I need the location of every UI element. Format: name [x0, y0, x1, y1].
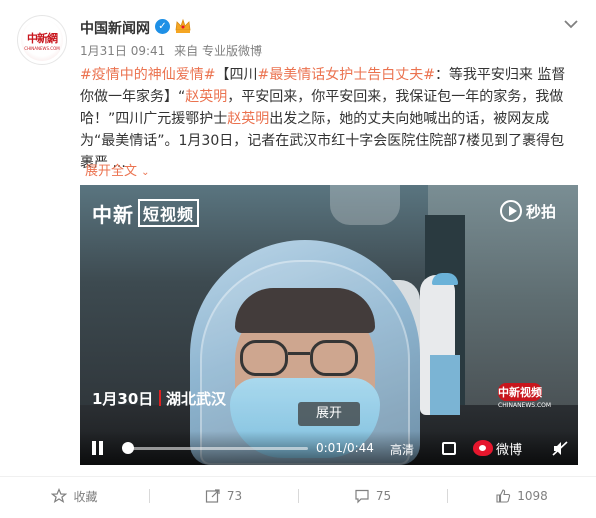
video-watermark-right: 秒拍 — [500, 200, 556, 222]
chevron-down-icon[interactable] — [562, 16, 580, 32]
post-text: #疫情中的神仙爱情#【四川#最美情话女护士告白丈夫#：等我平安归来 监督你做一年… — [80, 64, 566, 174]
video-progress-knob[interactable] — [121, 442, 134, 454]
video-controls: 0:01/0:44 高清 微博 — [80, 431, 578, 465]
crown-badge-icon — [175, 18, 191, 33]
video-overlay-date: 1月30日 — [92, 390, 154, 408]
video-scene-worker — [430, 355, 460, 415]
comment-icon — [355, 489, 369, 504]
badge-en: CHINANEWS.COM — [498, 402, 552, 409]
video-overlay-location: 湖北武汉 — [166, 390, 227, 408]
post-source: 来自 专业版微博 — [174, 44, 262, 58]
video-scene-worker — [432, 273, 458, 285]
quality-button[interactable]: 高清 — [390, 441, 414, 458]
hashtag-link[interactable]: #最美情话女护士告白丈夫# — [257, 67, 434, 83]
watermark-text: 中新 — [92, 203, 134, 227]
favorite-label: 收藏 — [73, 489, 98, 504]
watermark-boxed-text: 短视频 — [138, 199, 200, 227]
author-name[interactable]: 中国新闻网 — [80, 18, 150, 38]
star-icon — [51, 488, 68, 504]
share-icon — [205, 489, 220, 503]
video-time: 0:01/0:44 — [316, 441, 374, 455]
post-date[interactable]: 1月31日 09:41 — [80, 44, 165, 58]
weibo-brand-text: 微博 — [496, 442, 523, 458]
hashtag-link[interactable]: #疫情中的神仙爱情# — [80, 67, 215, 83]
highlighted-name: 赵英明 — [185, 89, 228, 105]
verified-badge-icon: ✓ — [155, 19, 170, 34]
repost-count: 73 — [226, 489, 243, 503]
post-meta: 1月31日 09:41 来自 专业版微博 — [80, 42, 267, 59]
like-button[interactable]: 1098 — [447, 477, 596, 515]
pause-icon[interactable] — [91, 441, 105, 455]
avatar-logo-icon: 中新網 CHINANEWS.COM — [21, 19, 63, 61]
chevron-down-icon: ⌄ — [141, 167, 150, 178]
mute-icon[interactable] — [552, 441, 568, 456]
action-bar: 收藏 73 75 1098 — [0, 476, 596, 514]
repost-button[interactable]: 73 — [149, 477, 298, 515]
video-overlay-divider — [159, 390, 161, 406]
weibo-brand: 微博 — [473, 439, 537, 458]
text-bracket: 【四川 — [215, 67, 258, 83]
badge-cn: 中新视频 — [498, 383, 542, 401]
weibo-post-card: 中新網 CHINANEWS.COM 中国新闻网 ✓ 1月31日 09:41 来自… — [0, 0, 596, 518]
expand-label: 展开全文 — [85, 164, 138, 179]
video-expand-button[interactable]: 展开 — [298, 402, 360, 426]
like-icon — [496, 489, 511, 503]
like-count: 1098 — [517, 489, 548, 503]
avatar[interactable]: 中新網 CHINANEWS.COM — [17, 15, 67, 65]
expand-full-text-link[interactable]: 展开全文 ⌄ — [85, 160, 150, 179]
chinanews-video-badge: 中新视频 CHINANEWS.COM — [498, 383, 552, 417]
fullscreen-icon[interactable] — [442, 442, 456, 455]
miaopai-logo-icon — [500, 200, 522, 222]
highlighted-name: 赵英明 — [227, 111, 270, 127]
weibo-logo-icon — [473, 440, 493, 456]
favorite-button[interactable]: 收藏 — [0, 477, 149, 515]
video-scene-light — [330, 185, 400, 225]
avatar-logo-subtext: CHINANEWS.COM — [24, 46, 60, 51]
comment-count: 75 — [375, 489, 392, 503]
watermark-right-text: 秒拍 — [526, 202, 557, 221]
video-player[interactable]: 中新 短视频 秒拍 1月30日 湖北武汉 中新视频 CHINANEWS.COM 展… — [80, 185, 578, 465]
video-progress-bar[interactable] — [124, 447, 308, 450]
video-watermark-left: 中新 短视频 — [92, 199, 200, 228]
avatar-logo-text: 中新網 — [27, 32, 58, 45]
comment-button[interactable]: 75 — [298, 477, 447, 515]
